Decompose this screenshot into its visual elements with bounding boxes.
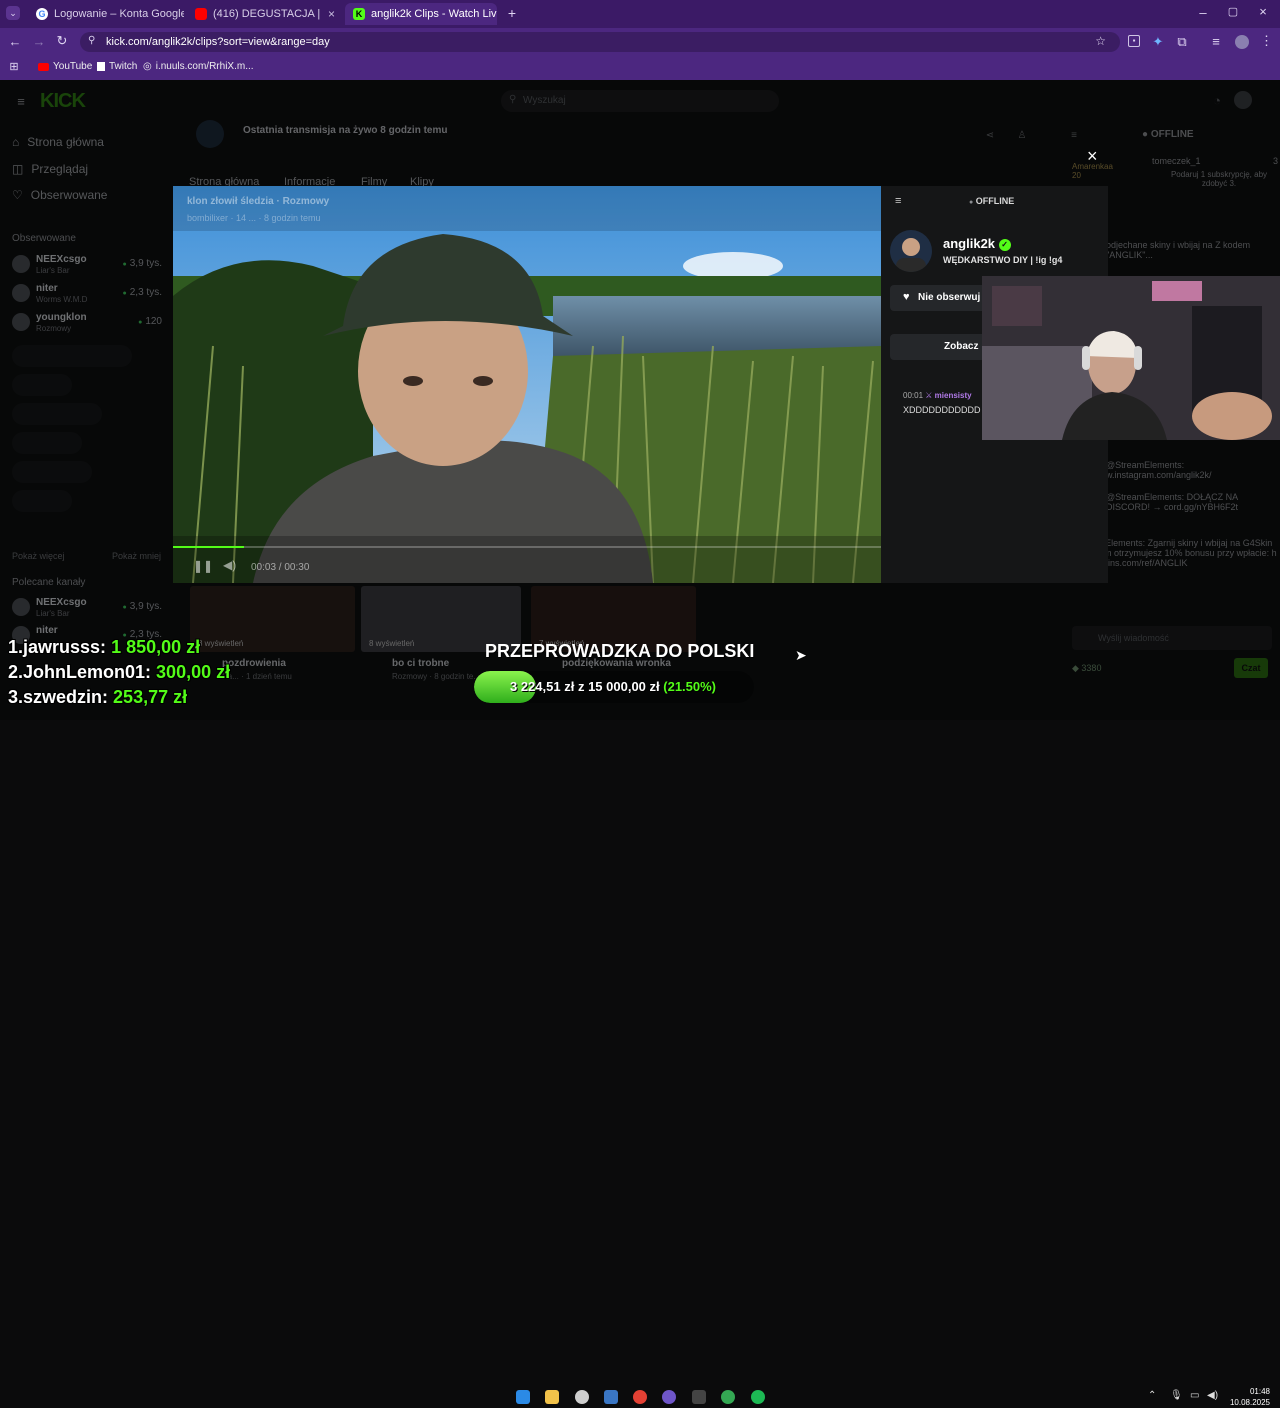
translate-extension-icon[interactable]: ✦ (1152, 34, 1164, 50)
tab-title: anglik2k Clips - Watch Live (371, 8, 497, 20)
donor-amount: 300,00 zł (156, 662, 231, 682)
donor-entry: 2.JohnLemon01: 300,00 zł (8, 662, 230, 683)
status-text: OFFLINE (975, 196, 1015, 206)
bookmark-star-icon[interactable]: ☆ (1095, 34, 1106, 48)
bookmark-label: YouTube (53, 61, 93, 72)
steam-icon[interactable] (604, 1390, 618, 1404)
bookmark-youtube[interactable]: YouTube (38, 61, 92, 72)
donor-rank: 2. (8, 662, 24, 682)
bookmark-label: Twitch (109, 61, 138, 72)
url-bar[interactable]: ⚲ kick.com/anglik2k/clips?sort=view&rang… (80, 32, 1120, 52)
tab-title: (416) DEGUSTACJA | JUŻ WIDAĆ (213, 8, 322, 20)
donor-name: JohnLemon01: (23, 662, 152, 682)
clip-video-player[interactable]: klon złowił śledzia · Rozmowy bombilixer… (173, 186, 881, 583)
tab-google-login[interactable]: G Logowanie – Konta Google × (28, 3, 184, 25)
panel-menu-icon[interactable]: ≡ (895, 195, 901, 207)
donor-amount: 1 850,00 zł (111, 637, 201, 657)
new-tab-button[interactable]: + (505, 5, 519, 21)
sword-icon: ⚔ (925, 391, 933, 400)
volume-tray-icon[interactable]: ◀) (1207, 1390, 1218, 1401)
youtube-icon (195, 8, 207, 20)
tab-youtube[interactable]: (416) DEGUSTACJA | JUŻ WIDAĆ × (187, 3, 343, 25)
apps-grid-icon[interactable]: ⊞ (8, 60, 20, 73)
close-modal-icon[interactable]: × (1087, 147, 1098, 165)
chat-timestamp: 00:01 (903, 391, 924, 400)
clock-time: 01:48 (1249, 1387, 1270, 1396)
tab-search-icon[interactable]: ⌄ (6, 6, 20, 20)
browser-tab-bar: ⌄ G Logowanie – Konta Google × (416) DEG… (0, 0, 1280, 28)
video-frame (173, 186, 881, 583)
google-icon: G (36, 8, 48, 20)
clip-time: 00:03 / 00:30 (251, 562, 310, 573)
unfollow-label: Nie obserwuj (918, 292, 981, 303)
close-tab-icon[interactable]: × (328, 7, 335, 21)
tray-chevron-icon[interactable]: ⌃ (1148, 1390, 1156, 1401)
url-text: kick.com/anglik2k/clips?sort=view&range=… (106, 36, 330, 48)
site-info-icon[interactable]: ⚲ (88, 35, 95, 46)
tab-title: Logowanie – Konta Google (54, 8, 184, 20)
spotify-icon[interactable] (751, 1390, 765, 1404)
system-clock[interactable]: 01:48 10.08.2025 (1228, 1386, 1270, 1408)
chrome-icon[interactable] (633, 1390, 647, 1404)
chat-replay-message: XDDDDDDDDDDD (903, 405, 981, 415)
browser-alt-icon[interactable] (721, 1390, 735, 1404)
bookmark-nuuls[interactable]: ◎ i.nuuls.com/RrhiX.m... (143, 61, 254, 72)
chat-replay-line: 00:01 ⚔ miensisty (903, 391, 972, 400)
extension-icon[interactable]: ▪ (1128, 35, 1140, 47)
channel-name-text: anglik2k (943, 236, 996, 251)
network-icon[interactable]: ▭ (1190, 1390, 1199, 1401)
channel-description: WĘDKARSTWO DIY | !ig !g4 (943, 255, 1063, 265)
mouse-cursor-icon: ➤ (795, 647, 807, 663)
offline-status: ● OFFLINE (969, 196, 1015, 206)
twitch-icon (97, 62, 105, 71)
microphone-icon[interactable]: 🎙 (1170, 1390, 1183, 1401)
channel-avatar[interactable] (890, 230, 932, 272)
profile-avatar[interactable] (1235, 35, 1249, 49)
settings-app-icon[interactable] (692, 1390, 706, 1404)
minimize-icon[interactable]: – (1196, 5, 1210, 20)
chat-username: miensisty (934, 391, 972, 400)
goal-title: PRZEPROWADZKA DO POLSKI (485, 641, 755, 661)
forward-icon[interactable]: → (32, 34, 46, 49)
reading-list-icon[interactable]: ≡ (1210, 34, 1222, 49)
donor-entry: 1.jawrusss: 1 850,00 zł (8, 637, 200, 658)
obs-icon[interactable] (575, 1390, 589, 1404)
clip-meta: bombilixer · 14 ... · 8 godzin temu (187, 213, 321, 223)
donor-name: jawrusss: (23, 637, 107, 657)
bookmark-label: i.nuuls.com/RrhiX.m... (155, 61, 254, 72)
start-icon[interactable] (516, 1390, 530, 1404)
maximize-icon[interactable]: ▢ (1226, 5, 1240, 18)
address-toolbar: ← → ↻ ⚲ kick.com/anglik2k/clips?sort=vie… (0, 28, 1280, 56)
os-taskbar: ⌃ 🎙 ▭ ◀) 01:48 10.08.2025 (0, 692, 1280, 1407)
browser-menu-icon[interactable]: ⋮ (1260, 33, 1273, 49)
tab-kick[interactable]: K anglik2k Clips - Watch Live × (345, 3, 497, 25)
youtube-icon (38, 62, 49, 71)
streamer-webcam (982, 276, 1280, 440)
verified-icon: ✓ (998, 239, 1011, 251)
volume-icon[interactable]: ◀) (223, 558, 236, 572)
webcam-frame (982, 276, 1280, 440)
heart-icon: ♥ (903, 291, 910, 303)
close-window-icon[interactable]: × (1256, 4, 1270, 19)
back-icon[interactable]: ← (8, 34, 22, 49)
clip-title: klon złowił śledzia · Rozmowy (187, 196, 330, 207)
seek-progress (173, 546, 244, 548)
bookmark-twitch[interactable]: Twitch (97, 61, 137, 72)
channel-name[interactable]: anglik2k ✓ (943, 236, 1011, 251)
donor-rank: 1. (8, 637, 24, 657)
reload-icon[interactable]: ↻ (55, 33, 69, 49)
pause-icon[interactable]: ❚❚ (193, 559, 213, 573)
extensions-puzzle-icon[interactable]: ⧉ (1176, 34, 1188, 50)
globe-icon: ◎ (143, 61, 152, 72)
bookmarks-bar: ⊞ YouTube Twitch ◎ i.nuuls.com/RrhiX.m..… (0, 56, 1280, 80)
clock-date: 10.08.2025 (1229, 1398, 1270, 1407)
chrome-profile-icon[interactable] (662, 1390, 676, 1404)
seek-bar[interactable] (173, 546, 881, 548)
file-explorer-icon[interactable] (545, 1390, 559, 1404)
kick-icon: K (353, 8, 365, 20)
